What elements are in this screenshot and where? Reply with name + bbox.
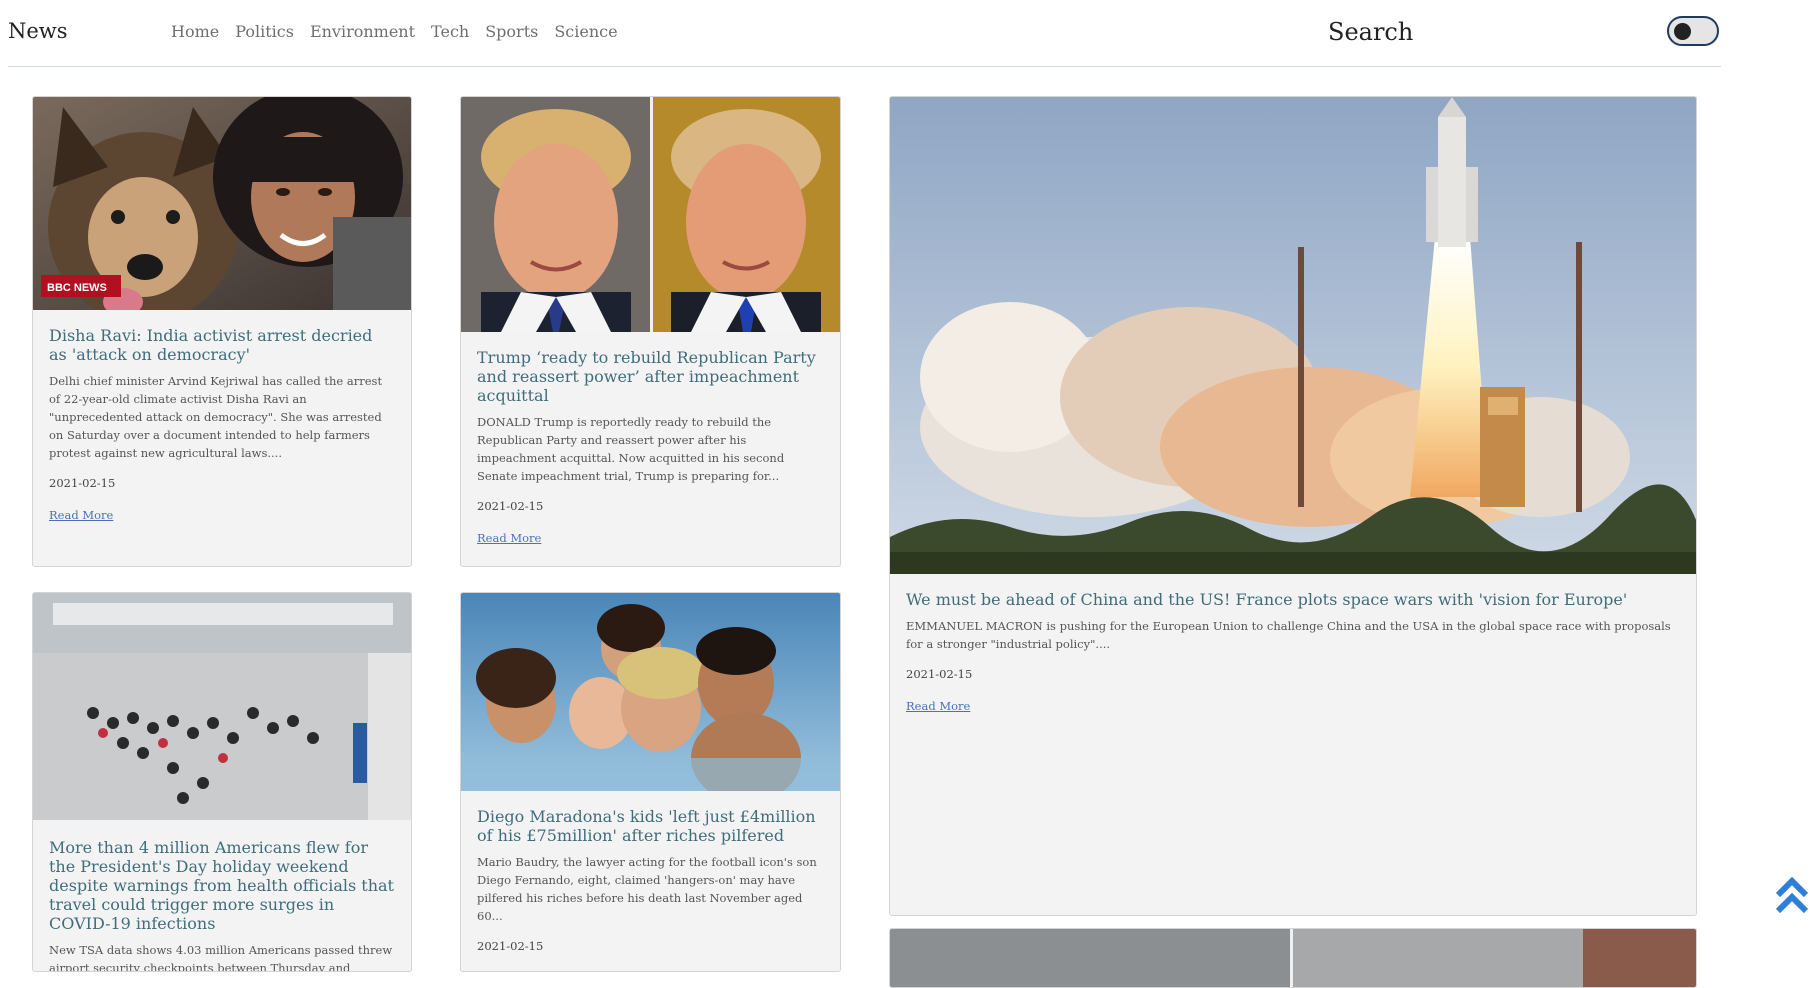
- article-title[interactable]: We must be ahead of China and the US! Fr…: [906, 590, 1680, 609]
- article-card: Diego Maradona's kids 'left just £4milli…: [460, 592, 841, 972]
- article-date: 2021-02-15: [49, 476, 116, 490]
- article-date: 2021-02-15: [906, 667, 973, 681]
- nav-link-tech[interactable]: Tech: [431, 22, 469, 41]
- article-photo: [890, 97, 1696, 574]
- article-title[interactable]: Diego Maradona's kids 'left just £4milli…: [477, 807, 824, 845]
- article-title[interactable]: Trump ‘ready to rebuild Republican Party…: [477, 348, 824, 405]
- article-body: Disha Ravi: India activist arrest decrie…: [49, 326, 395, 523]
- article-title[interactable]: Disha Ravi: India activist arrest decrie…: [49, 326, 395, 364]
- image-badge: BBC NEWS: [47, 282, 107, 294]
- theme-toggle[interactable]: [1667, 16, 1719, 46]
- search-label[interactable]: Search: [1328, 18, 1413, 46]
- article-description: Delhi chief minister Arvind Kejriwal has…: [49, 374, 383, 460]
- article-photo: BBC NEWS: [33, 97, 411, 310]
- article-card: Trump ‘ready to rebuild Republican Party…: [460, 96, 841, 567]
- brand-logo[interactable]: News: [8, 19, 68, 43]
- article-body: Trump ‘ready to rebuild Republican Party…: [477, 348, 824, 546]
- nav-link-environment[interactable]: Environment: [310, 22, 415, 41]
- article-image[interactable]: [33, 593, 411, 820]
- article-card: We must be ahead of China and the US! Fr…: [889, 96, 1697, 916]
- nav-link-politics[interactable]: Politics: [235, 22, 294, 41]
- article-image[interactable]: [890, 97, 1696, 574]
- article-image[interactable]: [890, 929, 1696, 987]
- double-chevron-up-icon: [1775, 876, 1809, 914]
- article-description: DONALD Trump is reportedly ready to rebu…: [477, 415, 785, 483]
- article-description: New TSA data shows 4.03 million American…: [49, 943, 393, 972]
- article-photo: [461, 593, 840, 791]
- nav-link-science[interactable]: Science: [554, 22, 617, 41]
- navbar: News Home Politics Environment Tech Spor…: [8, 0, 1721, 67]
- article-photo: [33, 593, 411, 820]
- back-to-top-button[interactable]: [1775, 875, 1809, 917]
- article-photo: [890, 929, 1696, 987]
- article-image[interactable]: [461, 593, 840, 791]
- read-more-link[interactable]: Read More: [906, 699, 970, 713]
- nav-link-sports[interactable]: Sports: [485, 22, 538, 41]
- article-image[interactable]: [461, 97, 840, 332]
- article-card: More than 4 million Americans flew for t…: [32, 592, 412, 972]
- article-title[interactable]: More than 4 million Americans flew for t…: [49, 838, 395, 933]
- article-card: [889, 928, 1697, 988]
- article-photo: [461, 97, 840, 332]
- read-more-link[interactable]: Read More: [49, 508, 113, 522]
- nav-links: Home Politics Environment Tech Sports Sc…: [171, 22, 618, 41]
- article-date: 2021-02-15: [477, 499, 544, 513]
- article-description: EMMANUEL MACRON is pushing for the Europ…: [906, 619, 1671, 651]
- article-body: Diego Maradona's kids 'left just £4milli…: [477, 807, 824, 967]
- article-card: BBC NEWS Disha Ravi: India activist arre…: [32, 96, 412, 567]
- article-body: We must be ahead of China and the US! Fr…: [906, 590, 1680, 714]
- nav-link-home[interactable]: Home: [171, 22, 219, 41]
- article-date: 2021-02-15: [477, 939, 544, 953]
- read-more-link[interactable]: Read More: [477, 531, 541, 545]
- article-description: Mario Baudry, the lawyer acting for the …: [477, 855, 817, 923]
- toggle-knob: [1674, 23, 1691, 40]
- article-image[interactable]: BBC NEWS: [33, 97, 411, 310]
